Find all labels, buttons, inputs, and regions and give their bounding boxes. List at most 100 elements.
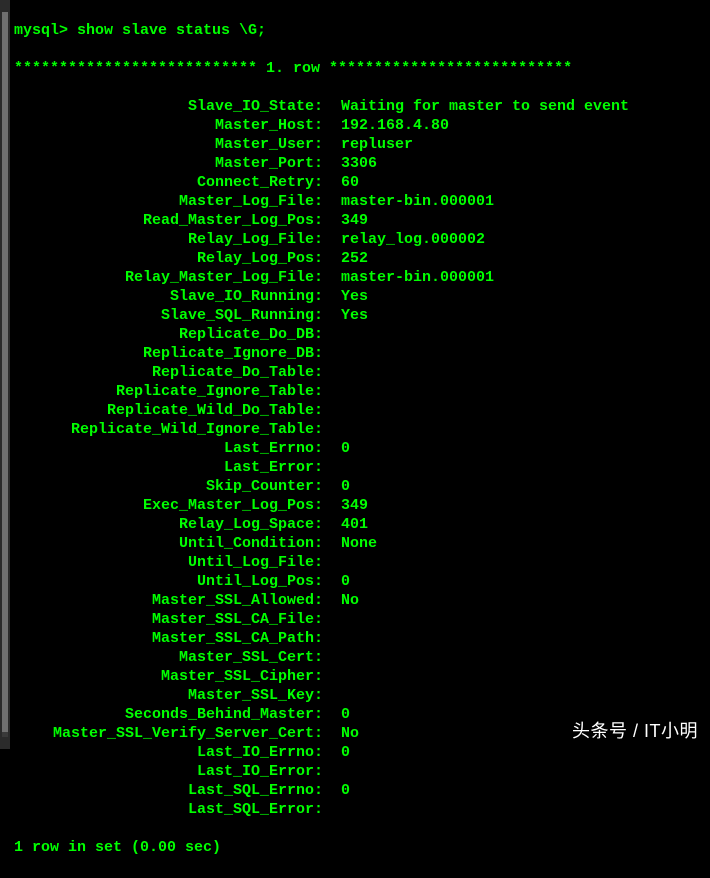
status-field-row: Exec_Master_Log_Pos: 349 [14,496,706,515]
field-colon: : [314,97,341,116]
field-key: Slave_SQL_Running [14,306,314,325]
field-colon: : [314,116,341,135]
field-value: 60 [341,173,359,192]
status-fields: Slave_IO_State: Waiting for master to se… [14,97,706,819]
field-value: Yes [341,287,368,306]
status-field-row: Relay_Log_File: relay_log.000002 [14,230,706,249]
field-key: Slave_IO_State [14,97,314,116]
field-colon: : [314,363,341,382]
field-key: Slave_IO_Running [14,287,314,306]
status-field-row: Slave_IO_Running: Yes [14,287,706,306]
field-colon: : [314,344,341,363]
field-colon: : [314,230,341,249]
field-value: 0 [341,743,350,762]
field-key: Master_SSL_Cert [14,648,314,667]
field-colon: : [314,515,341,534]
status-field-row: Master_SSL_Key: [14,686,706,705]
field-colon: : [314,762,341,781]
field-colon: : [314,135,341,154]
field-value: 349 [341,211,368,230]
field-colon: : [314,648,341,667]
field-key: Replicate_Wild_Ignore_Table [14,420,314,439]
field-colon: : [314,154,341,173]
terminal-output: mysql> show slave status \G; ***********… [10,0,710,878]
status-field-row: Master_Host: 192.168.4.80 [14,116,706,135]
field-colon: : [314,724,341,743]
scrollbar-thumb[interactable] [2,12,8,732]
field-value: master-bin.000001 [341,192,494,211]
field-colon: : [314,686,341,705]
status-field-row: Last_IO_Errno: 0 [14,743,706,762]
field-key: Relay_Log_Space [14,515,314,534]
field-value: 401 [341,515,368,534]
status-field-row: Last_SQL_Error: [14,800,706,819]
field-key: Last_IO_Errno [14,743,314,762]
status-field-row: Replicate_Ignore_DB: [14,344,706,363]
field-colon: : [314,401,341,420]
field-key: Master_SSL_CA_Path [14,629,314,648]
mysql-prompt: mysql> [14,21,68,40]
field-colon: : [314,477,341,496]
field-colon: : [314,800,341,819]
field-value: No [341,724,359,743]
status-field-row: Connect_Retry: 60 [14,173,706,192]
field-value: 349 [341,496,368,515]
status-field-row: Last_Errno: 0 [14,439,706,458]
field-key: Relay_Master_Log_File [14,268,314,287]
field-colon: : [314,705,341,724]
status-field-row: Master_Log_File: master-bin.000001 [14,192,706,211]
field-colon: : [314,287,341,306]
field-colon: : [314,268,341,287]
field-value: No [341,591,359,610]
field-key: Replicate_Do_DB [14,325,314,344]
field-key: Seconds_Behind_Master [14,705,314,724]
status-field-row: Replicate_Do_DB: [14,325,706,344]
status-field-row: Last_IO_Error: [14,762,706,781]
watermark-text: 头条号 / IT小明 [572,722,698,741]
field-key: Until_Log_Pos [14,572,314,591]
row-separator: *************************** 1. row *****… [14,59,706,78]
field-colon: : [314,743,341,762]
field-key: Relay_Log_File [14,230,314,249]
status-field-row: Until_Log_File: [14,553,706,572]
status-field-row: Master_SSL_Allowed: No [14,591,706,610]
field-value: 0 [341,705,350,724]
field-key: Last_Errno [14,439,314,458]
field-key: Last_SQL_Errno [14,781,314,800]
status-field-row: Until_Log_Pos: 0 [14,572,706,591]
status-field-row: Replicate_Wild_Ignore_Table: [14,420,706,439]
field-colon: : [314,553,341,572]
status-field-row: Until_Condition: None [14,534,706,553]
field-value: 0 [341,781,350,800]
vertical-scrollbar[interactable] [0,0,10,749]
field-key: Replicate_Do_Table [14,363,314,382]
field-colon: : [314,781,341,800]
field-key: Master_Port [14,154,314,173]
field-value: 3306 [341,154,377,173]
status-field-row: Relay_Log_Pos: 252 [14,249,706,268]
field-value: 192.168.4.80 [341,116,449,135]
field-colon: : [314,173,341,192]
status-field-row: Replicate_Ignore_Table: [14,382,706,401]
field-colon: : [314,667,341,686]
status-field-row: Slave_SQL_Running: Yes [14,306,706,325]
status-field-row: Relay_Log_Space: 401 [14,515,706,534]
status-field-row: Master_User: repluser [14,135,706,154]
field-key: Master_SSL_Allowed [14,591,314,610]
status-field-row: Slave_IO_State: Waiting for master to se… [14,97,706,116]
field-value: repluser [341,135,413,154]
field-colon: : [314,249,341,268]
field-colon: : [314,439,341,458]
command-text: show slave status \G; [77,21,266,40]
field-colon: : [314,306,341,325]
field-colon: : [314,382,341,401]
field-colon: : [314,211,341,230]
field-value: 252 [341,249,368,268]
field-value: 0 [341,572,350,591]
status-field-row: Master_SSL_Cert: [14,648,706,667]
field-value: 0 [341,477,350,496]
field-colon: : [314,610,341,629]
status-field-row: Master_SSL_CA_Path: [14,629,706,648]
prompt-line: mysql> show slave status \G; [14,21,706,40]
status-field-row: Last_SQL_Errno: 0 [14,781,706,800]
